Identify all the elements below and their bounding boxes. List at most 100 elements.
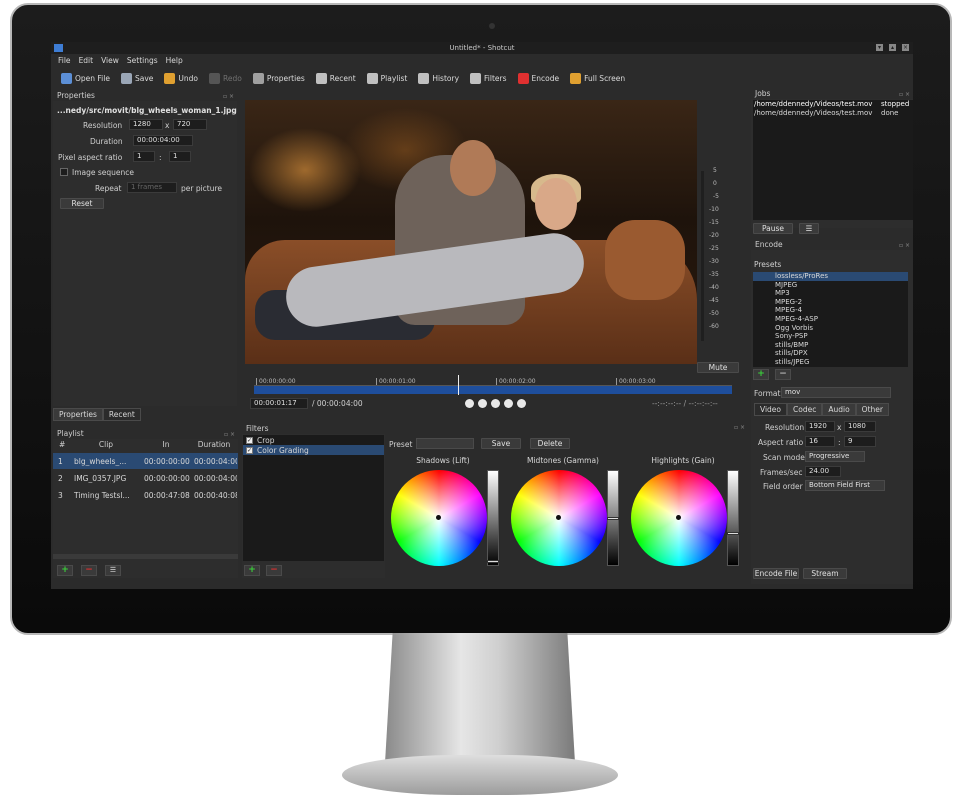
playlist-scrollbar[interactable] [53,554,238,559]
video-viewer[interactable] [245,100,697,364]
color-wheel[interactable] [511,470,607,566]
tab-video[interactable]: Video [754,403,788,416]
job-item[interactable]: /home/ddennedy/Videos/test.mov stopped [753,100,913,109]
preset-item[interactable]: MPEG-4-ASP [753,315,908,324]
encode-res-width[interactable]: 1920 [805,421,835,432]
scan-mode-select[interactable]: Progressive [805,451,865,462]
full-screen-button[interactable]: Full Screen [570,72,625,84]
filter-add-button[interactable]: + [244,565,260,576]
reset-button[interactable]: Reset [60,198,104,209]
fast-forward-icon[interactable] [504,399,513,408]
par-height-field[interactable]: 1 [169,151,191,162]
tab-audio[interactable]: Audio [822,403,856,416]
resolution-height-field[interactable]: 720 [173,119,207,130]
preset-item[interactable]: MP3 [753,289,908,298]
rewind-icon[interactable] [478,399,487,408]
preset-item[interactable]: MJPEG [753,281,908,290]
timeline-ruler[interactable]: 00:00:00:00 00:00:01:00 00:00:02:00 00:00:0… [254,377,732,386]
position-field[interactable]: 00:00:01:17 [250,398,308,409]
grading-delete-button[interactable]: Delete [530,438,570,449]
meter-tick: -5 [713,193,719,200]
tab-other[interactable]: Other [855,403,889,416]
table-row[interactable]: 1 blg_wheels_... 00:00:00:00 00:00:04:00 [53,453,238,469]
filter-remove-button[interactable]: − [266,565,282,576]
pause-button[interactable]: Pause [753,223,793,234]
minimize-icon[interactable]: ▾ [876,44,883,51]
play-icon[interactable] [491,399,500,408]
preset-item[interactable]: MPEG-4 [753,306,908,315]
history-button[interactable]: History [418,72,459,84]
open-file-button[interactable]: Open File [61,72,110,84]
filter-checkbox[interactable]: ✓ [246,446,253,454]
tab-recent[interactable]: Recent [102,408,141,421]
slider-thumb[interactable] [487,560,499,563]
mute-button[interactable]: Mute [697,362,739,373]
filter-checkbox[interactable]: ✓ [246,436,253,444]
playlist-add-button[interactable]: + [57,565,73,576]
preset-add-button[interactable]: + [753,369,769,380]
save-button[interactable]: Save [120,72,153,84]
duration-field[interactable]: 00:00:04:00 [133,135,193,146]
preset-remove-button[interactable]: − [775,369,791,380]
close-icon[interactable]: × [902,44,909,51]
jobs-menu-button[interactable]: ☰ [799,223,819,234]
wheel-handle[interactable] [676,515,681,520]
color-wheel[interactable] [391,470,487,566]
fps-field[interactable]: 24.00 [805,466,841,477]
table-row[interactable]: 2 IMG_0357.JPG 00:00:00:00 00:00:04:00 [53,470,238,486]
aspect-height[interactable]: 9 [844,436,876,447]
encode-file-button[interactable]: Encode File [753,568,799,579]
resolution-width-field[interactable]: 1280 [129,119,163,130]
table-row[interactable]: 3 Timing Testsl... 00:00:47:08 00:00:40:08 [53,487,238,503]
level-slider[interactable] [727,470,739,566]
preset-item[interactable]: stills/BMP [753,341,908,350]
preset-item[interactable]: Ogg Vorbis [753,324,908,333]
playlist-remove-button[interactable]: − [81,565,97,576]
redo-button[interactable]: Redo [208,72,242,84]
encode-res-height[interactable]: 1080 [844,421,876,432]
playlist-menu-button[interactable]: ☰ [105,565,121,576]
slider-thumb[interactable] [607,517,619,520]
job-item[interactable]: /home/ddennedy/Videos/test.mov done [753,109,913,118]
recent-button[interactable]: Recent [315,72,356,84]
color-wheel[interactable] [631,470,727,566]
playlist-button[interactable]: Playlist [366,72,407,84]
format-select[interactable]: mov [781,387,891,398]
menu-edit[interactable]: Edit [79,56,94,65]
maximize-icon[interactable]: ▴ [889,44,896,51]
preset-item[interactable]: MPEG-2 [753,298,908,307]
timeline-track[interactable] [254,386,732,394]
field-order-select[interactable]: Bottom Field First [805,480,885,491]
grading-preset-select[interactable] [416,438,474,449]
slider-thumb[interactable] [727,532,739,535]
skip-previous-icon[interactable] [465,399,474,408]
menu-settings[interactable]: Settings [127,56,158,65]
playhead[interactable] [458,375,459,395]
preset-item[interactable]: stills/JPEG [753,358,908,367]
preset-item[interactable]: lossless/ProRes [753,272,908,281]
menu-file[interactable]: File [58,56,71,65]
filter-item[interactable]: ✓ Crop [243,435,384,445]
par-width-field[interactable]: 1 [133,151,155,162]
tab-properties[interactable]: Properties [53,408,103,421]
image-sequence-checkbox[interactable] [60,168,68,176]
repeat-field[interactable]: 1 frames [127,182,177,193]
grading-save-button[interactable]: Save [481,438,521,449]
properties-button[interactable]: Properties [252,72,305,84]
preset-item[interactable]: Sony-PSP [753,332,908,341]
menu-help[interactable]: Help [166,56,183,65]
menu-view[interactable]: View [101,56,119,65]
filters-button[interactable]: Filters [470,72,507,84]
level-slider[interactable] [607,470,619,566]
wheel-handle[interactable] [436,515,441,520]
undo-button[interactable]: Undo [164,72,198,84]
stream-button[interactable]: Stream [803,568,847,579]
preset-item[interactable]: stills/DPX [753,349,908,358]
aspect-width[interactable]: 16 [805,436,835,447]
level-slider[interactable] [487,470,499,566]
filter-item[interactable]: ✓ Color Grading [243,445,384,455]
skip-next-icon[interactable] [517,399,526,408]
tab-codec[interactable]: Codec [787,403,823,416]
wheel-handle[interactable] [556,515,561,520]
encode-button[interactable]: Encode [517,72,559,84]
